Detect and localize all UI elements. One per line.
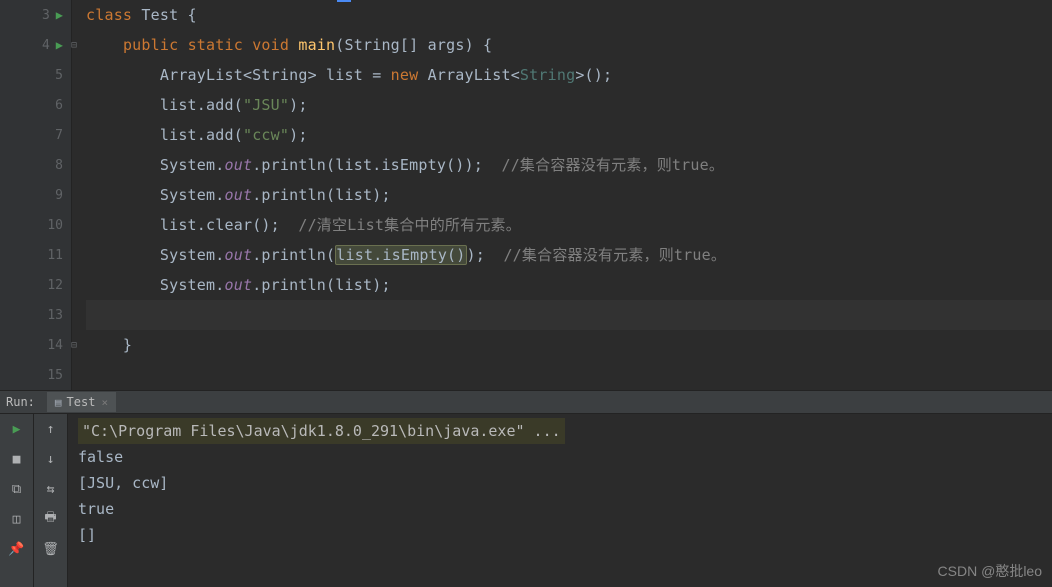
stop-icon[interactable]: ■ — [7, 449, 27, 469]
code-line[interactable]: } — [86, 330, 1052, 360]
close-icon[interactable]: × — [101, 396, 108, 409]
line-number: 14 — [39, 338, 63, 353]
code-line[interactable]: System.out.println(list); — [86, 270, 1052, 300]
code-line[interactable]: list.add("ccw"); — [86, 120, 1052, 150]
console-command: "C:\Program Files\Java\jdk1.8.0_291\bin\… — [78, 418, 565, 444]
line-number: 13 — [39, 308, 63, 323]
gutter-row[interactable]: 4▶⊟ — [0, 30, 71, 60]
rerun-icon[interactable]: ▶ — [7, 419, 27, 439]
trash-icon[interactable]: 🗑 — [41, 539, 61, 559]
console-icon: ▤ — [55, 396, 62, 409]
gutter: 3▶ 4▶⊟ 5 6 7 8 9 10 11 12 13 14⊟ 15 — [0, 0, 72, 390]
line-number: 15 — [39, 368, 63, 383]
code-line[interactable]: System.out.println(list.isEmpty()); //集合… — [86, 150, 1052, 180]
run-panel: ▶ ■ ⧉ ◫ 📌 ↑ ↓ ⇆ 🖶 🗑 "C:\Program Files\Ja… — [0, 414, 1052, 587]
gutter-row[interactable]: 12 — [0, 270, 71, 300]
console-output[interactable]: "C:\Program Files\Java\jdk1.8.0_291\bin\… — [68, 414, 1052, 587]
code-line[interactable]: ArrayList<String> list = new ArrayList<S… — [86, 60, 1052, 90]
gutter-row[interactable]: 14⊟ — [0, 330, 71, 360]
layout-icon[interactable]: ⧉ — [7, 479, 27, 499]
code-line[interactable]: System.out.println(list); — [86, 180, 1052, 210]
split-icon[interactable]: ◫ — [7, 509, 27, 529]
run-tab[interactable]: ▤ Test × — [47, 392, 116, 412]
run-tab-label: Test — [67, 395, 96, 409]
code-line[interactable]: public static void main(String[] args) { — [86, 30, 1052, 60]
code-line[interactable]: list.add("JSU"); — [86, 90, 1052, 120]
wrap-icon[interactable]: ⇆ — [41, 479, 61, 499]
line-number: 6 — [39, 98, 63, 113]
gutter-row[interactable]: 6 — [0, 90, 71, 120]
gutter-row[interactable]: 8 — [0, 150, 71, 180]
code-line[interactable]: list.clear(); //清空List集合中的所有元素。 — [86, 210, 1052, 240]
watermark: CSDN @憨批leo — [938, 561, 1042, 581]
line-number: 7 — [39, 128, 63, 143]
gutter-row[interactable]: 13 — [0, 300, 71, 330]
run-toolbar-left: ▶ ■ ⧉ ◫ 📌 — [0, 414, 34, 587]
fold-icon[interactable]: ⊟ — [71, 340, 77, 351]
run-toolbar-right: ↑ ↓ ⇆ 🖶 🗑 — [34, 414, 68, 587]
up-icon[interactable]: ↑ — [41, 419, 61, 439]
run-gutter-icon[interactable]: ▶ — [56, 38, 63, 52]
line-number: 9 — [39, 188, 63, 203]
line-number: 3 — [26, 8, 50, 23]
run-label: Run: — [6, 395, 35, 409]
run-panel-header: Run: ▤ Test × — [0, 390, 1052, 414]
print-icon[interactable]: 🖶 — [41, 509, 61, 529]
line-number: 10 — [39, 218, 63, 233]
code-line[interactable] — [86, 300, 1052, 330]
tab-marker — [337, 0, 351, 2]
gutter-row[interactable]: 7 — [0, 120, 71, 150]
gutter-row[interactable]: 11 — [0, 240, 71, 270]
console-line: false — [78, 444, 1042, 470]
line-number: 12 — [39, 278, 63, 293]
code-line[interactable]: class Test { — [86, 0, 1052, 30]
line-number: 8 — [39, 158, 63, 173]
editor: 3▶ 4▶⊟ 5 6 7 8 9 10 11 12 13 14⊟ 15 clas… — [0, 0, 1052, 390]
code-line[interactable]: System.out.println(list.isEmpty()); //集合… — [86, 240, 1052, 270]
gutter-row[interactable]: 9 — [0, 180, 71, 210]
run-gutter-icon[interactable]: ▶ — [56, 8, 63, 22]
down-icon[interactable]: ↓ — [41, 449, 61, 469]
console-line: true — [78, 496, 1042, 522]
line-number: 4 — [26, 38, 50, 53]
gutter-row[interactable]: 10 — [0, 210, 71, 240]
line-number: 11 — [39, 248, 63, 263]
code-area[interactable]: class Test { public static void main(Str… — [72, 0, 1052, 390]
console-line: [JSU, ccw] — [78, 470, 1042, 496]
gutter-row[interactable]: 3▶ — [0, 0, 71, 30]
fold-icon[interactable]: ⊟ — [71, 40, 77, 51]
console-line: [] — [78, 522, 1042, 548]
pin-icon[interactable]: 📌 — [7, 539, 27, 559]
gutter-row[interactable]: 5 — [0, 60, 71, 90]
code-line[interactable] — [86, 360, 1052, 390]
gutter-row[interactable]: 15 — [0, 360, 71, 390]
line-number: 5 — [39, 68, 63, 83]
usage-highlight: list.isEmpty() — [335, 245, 466, 265]
